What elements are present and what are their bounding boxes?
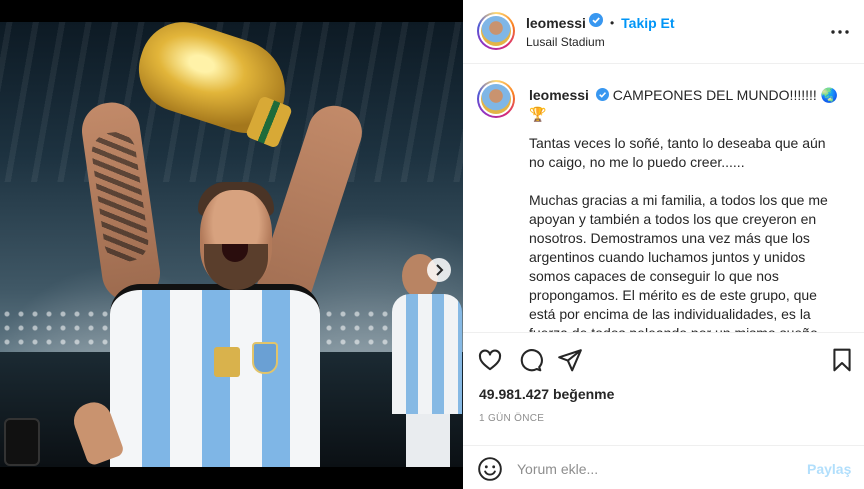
separator: •	[609, 15, 615, 30]
location-link[interactable]: Lusail Stadium	[526, 35, 605, 49]
caption-avatar[interactable]	[477, 80, 515, 118]
chevron-right-icon[interactable]	[427, 258, 451, 282]
share-icon[interactable]	[557, 347, 583, 373]
post-panel: leomessi • Takip Et Lusail Stadium leome…	[463, 0, 864, 489]
verified-badge-icon	[588, 13, 603, 32]
afa-crest	[252, 342, 278, 374]
like-count[interactable]: 49.981.427 beğenme	[479, 386, 614, 402]
post-comment-button[interactable]: Paylaş	[807, 461, 851, 477]
post-header: leomessi • Takip Et Lusail Stadium	[463, 0, 864, 64]
verified-badge-icon	[595, 87, 609, 105]
heart-icon[interactable]	[477, 347, 503, 373]
comment-icon[interactable]	[517, 347, 543, 373]
emoji-icon[interactable]	[477, 456, 503, 482]
more-options-icon[interactable]	[829, 22, 851, 42]
post-modal: leomessi • Takip Et Lusail Stadium leome…	[0, 0, 864, 489]
post-photo[interactable]	[0, 22, 463, 467]
caption-username[interactable]: leomessi	[529, 87, 589, 103]
comment-input[interactable]	[517, 454, 797, 484]
fan-hands	[0, 397, 126, 467]
caption-paragraph: Tantas veces lo soñé, tanto lo deseaba q…	[529, 135, 826, 170]
bookmark-icon[interactable]	[829, 347, 855, 373]
header-user: leomessi • Takip Et	[526, 13, 675, 32]
follow-button[interactable]: Takip Et	[621, 15, 674, 31]
action-bar	[463, 332, 864, 384]
caption-headline-text: CAMPEONES DEL MUNDO!!!!!!!	[612, 87, 821, 103]
caption-body: Tantas veces lo soñé, tanto lo deseaba q…	[529, 134, 844, 332]
caption: leomessi CAMPEONES DEL MUNDO!!!!!!! 🌏 🏆 …	[463, 64, 864, 332]
fan-phone	[4, 418, 40, 466]
post-timestamp[interactable]: 1 GÜN ÖNCE	[479, 413, 544, 424]
caption-headline: leomessi CAMPEONES DEL MUNDO!!!!!!! 🌏 🏆	[529, 86, 839, 124]
jersey-patch	[214, 347, 240, 377]
teammate	[392, 254, 462, 467]
caption-paragraph: Muchas gracias a mi familia, a todos los…	[529, 192, 828, 332]
avatar[interactable]	[477, 12, 515, 50]
username-link[interactable]: leomessi	[526, 15, 586, 31]
comment-box: Paylaş	[463, 445, 864, 489]
